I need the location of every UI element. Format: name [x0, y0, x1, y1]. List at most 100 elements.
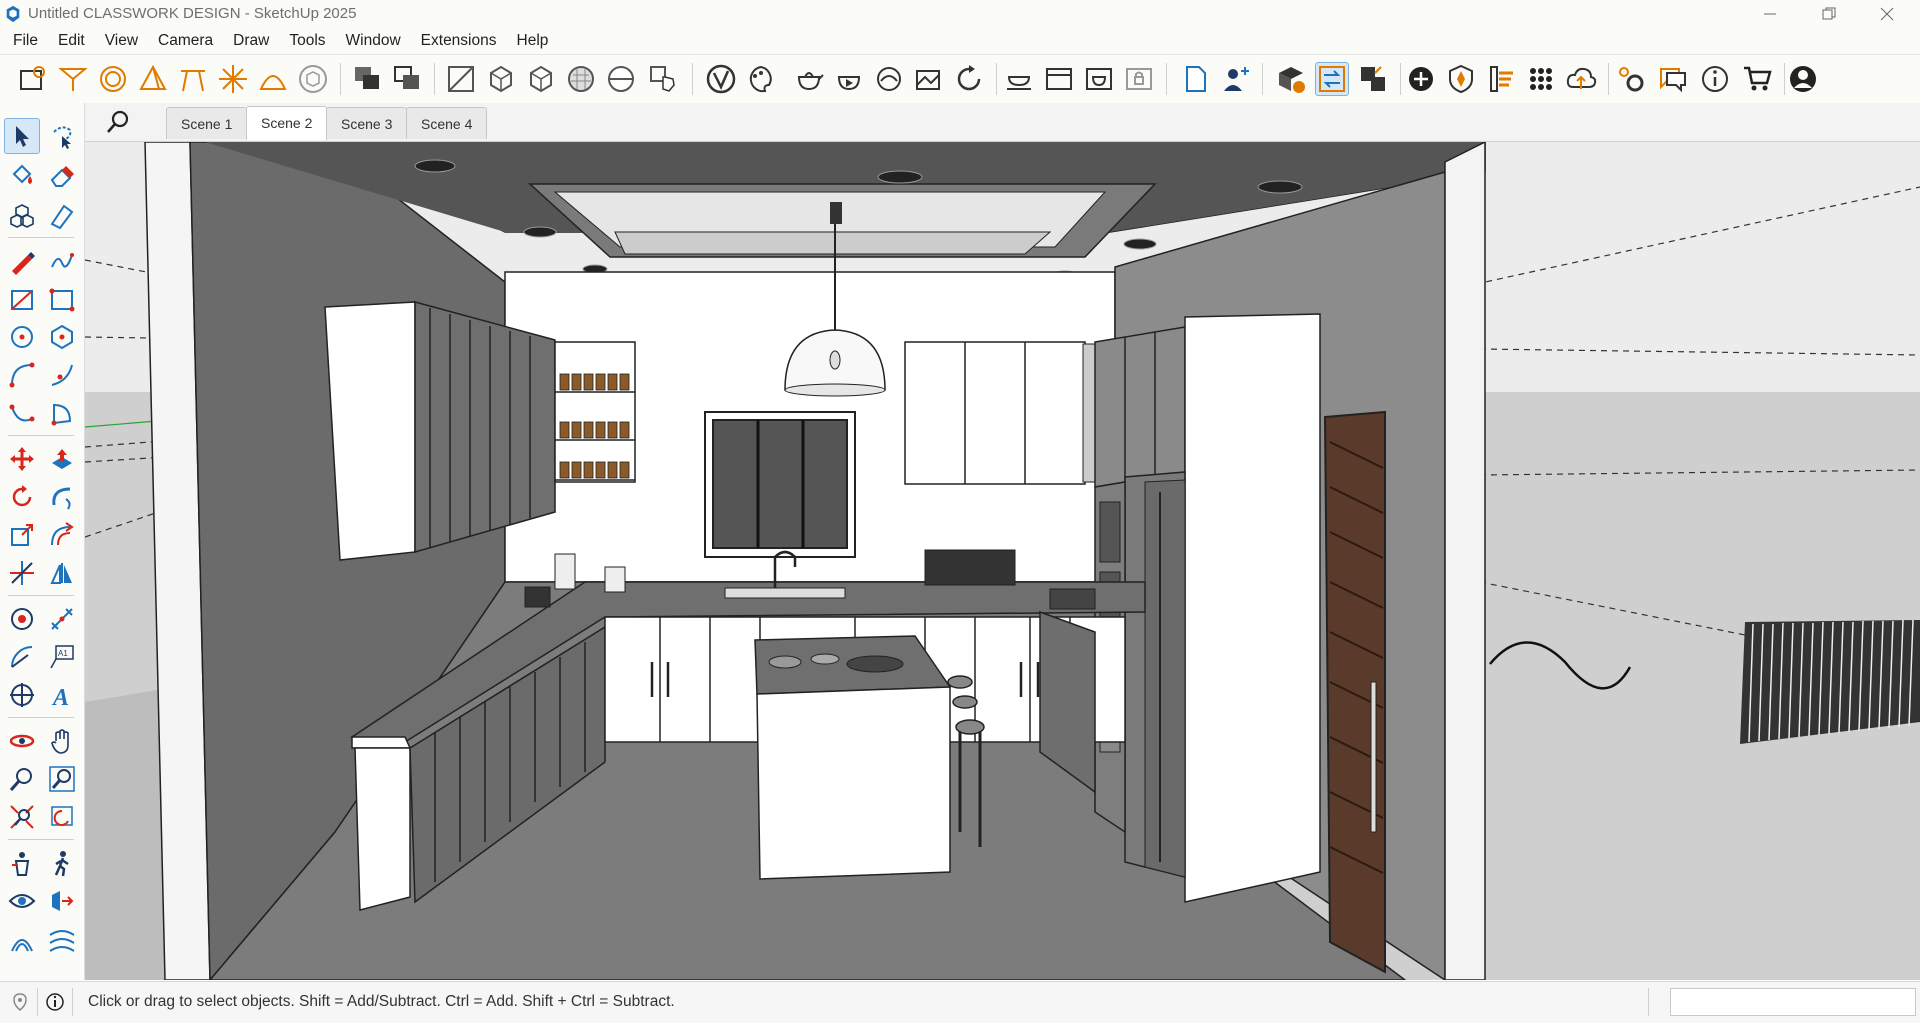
extension-gears-icon[interactable]	[1614, 62, 1648, 96]
material-palette-icon[interactable]	[744, 62, 778, 96]
layers-chart-icon[interactable]	[1484, 62, 1518, 96]
two-point-arc-icon[interactable]	[44, 357, 80, 393]
circle-target-icon[interactable]	[96, 62, 130, 96]
interactive-render-icon[interactable]	[832, 62, 866, 96]
protractor-icon[interactable]	[4, 639, 40, 675]
3d-text-icon[interactable]: A	[44, 677, 80, 713]
info-icon[interactable]	[1698, 62, 1732, 96]
dimension-icon[interactable]	[44, 601, 80, 637]
window-render-icon[interactable]	[1042, 62, 1076, 96]
restore-icon[interactable]	[1806, 0, 1852, 27]
tape-measure-icon[interactable]	[4, 601, 40, 637]
burst-icon[interactable]	[216, 62, 250, 96]
dome-icon[interactable]	[256, 62, 290, 96]
vray-logo-icon[interactable]	[704, 62, 738, 96]
menu-edit[interactable]: Edit	[51, 32, 92, 50]
refresh-render-icon[interactable]	[952, 62, 986, 96]
menu-camera[interactable]: Camera	[151, 32, 220, 50]
search-scenes-icon[interactable]	[105, 109, 131, 135]
rotated-rectangle-icon[interactable]	[44, 281, 80, 317]
offset-icon[interactable]	[44, 517, 80, 553]
check-model-icon[interactable]	[1274, 62, 1308, 96]
zoom-window-icon[interactable]	[44, 761, 80, 797]
text-label-icon[interactable]: A1	[44, 639, 80, 675]
instructor-info-icon[interactable]	[45, 992, 65, 1012]
zoom-icon[interactable]	[4, 761, 40, 797]
three-point-arc-icon[interactable]	[4, 395, 40, 431]
cone-icon[interactable]	[136, 62, 170, 96]
batch-render-icon[interactable]	[1082, 62, 1116, 96]
flip-icon[interactable]	[44, 555, 80, 591]
new-file-icon[interactable]	[1178, 62, 1212, 96]
dots-grid-icon[interactable]	[1524, 62, 1558, 96]
scene-tab-2[interactable]: Scene 2	[246, 106, 328, 140]
xray-cube-icon[interactable]	[484, 62, 518, 96]
sync-view-icon[interactable]	[1315, 62, 1349, 96]
subtract-solid-icon[interactable]	[390, 62, 424, 96]
menu-draw[interactable]: Draw	[226, 32, 276, 50]
select-arrow-icon[interactable]	[4, 118, 40, 154]
cloud-upload-icon[interactable]	[1564, 62, 1598, 96]
push-pull-icon[interactable]	[44, 441, 80, 477]
tag-icon[interactable]	[44, 198, 80, 234]
frame-buffer-icon[interactable]	[912, 62, 946, 96]
model-info-icon[interactable]	[16, 62, 50, 96]
orbit-icon[interactable]	[4, 723, 40, 759]
outer-shell-icon[interactable]	[350, 62, 384, 96]
scale-icon[interactable]	[4, 517, 40, 553]
hidden-line-cube-icon[interactable]	[524, 62, 558, 96]
render-teapot-icon[interactable]	[792, 62, 826, 96]
shield-icon[interactable]	[1444, 62, 1478, 96]
freehand-icon[interactable]	[44, 243, 80, 279]
circle-tool-icon[interactable]	[4, 319, 40, 355]
style-sketchy-icon[interactable]	[444, 62, 478, 96]
section-axis-icon[interactable]	[4, 677, 40, 713]
eraser-icon[interactable]	[44, 158, 80, 194]
minimize-icon[interactable]	[1747, 0, 1793, 27]
position-camera-icon[interactable]	[4, 845, 40, 881]
geo-location-icon[interactable]	[10, 992, 30, 1012]
cart-icon[interactable]	[1740, 62, 1774, 96]
menu-window[interactable]: Window	[339, 32, 408, 50]
zoom-extents-icon[interactable]	[4, 799, 40, 835]
component-icon[interactable]	[4, 198, 40, 234]
menu-file[interactable]: File	[6, 32, 45, 50]
component-cube-icon[interactable]	[296, 62, 330, 96]
scene-tab-4[interactable]: Scene 4	[406, 107, 488, 139]
paint-bucket-icon[interactable]	[4, 158, 40, 194]
walk-icon[interactable]	[44, 845, 80, 881]
render-region-icon[interactable]	[1002, 62, 1036, 96]
section-plane-tool-icon[interactable]	[44, 883, 80, 919]
progressive-render-icon[interactable]	[872, 62, 906, 96]
close-icon[interactable]	[1864, 0, 1910, 27]
axes-icon[interactable]	[4, 555, 40, 591]
pie-icon[interactable]	[44, 395, 80, 431]
textured-sphere-icon[interactable]	[564, 62, 598, 96]
follow-me-icon[interactable]	[44, 479, 80, 515]
lock-render-icon[interactable]	[1122, 62, 1156, 96]
scene-tab-3[interactable]: Scene 3	[326, 107, 408, 139]
select-hand-icon[interactable]	[646, 62, 680, 96]
model-viewport[interactable]	[85, 142, 1920, 980]
account-avatar-icon[interactable]	[1786, 62, 1820, 96]
previous-view-icon[interactable]	[44, 799, 80, 835]
export-scene-icon[interactable]	[1356, 62, 1390, 96]
parallel-icon[interactable]	[176, 62, 210, 96]
menu-help[interactable]: Help	[510, 32, 556, 50]
add-circle-icon[interactable]	[1404, 62, 1438, 96]
advanced-camera-icon[interactable]	[4, 921, 40, 957]
sandbox-icon[interactable]	[44, 921, 80, 957]
add-user-icon[interactable]	[1218, 62, 1252, 96]
menu-view[interactable]: View	[98, 32, 145, 50]
comments-icon[interactable]	[1656, 62, 1690, 96]
rectangle-icon[interactable]	[4, 281, 40, 317]
measurements-input[interactable]	[1670, 988, 1916, 1016]
look-around-icon[interactable]	[4, 883, 40, 919]
section-plane-icon[interactable]	[56, 62, 90, 96]
pan-hand-icon[interactable]	[44, 723, 80, 759]
monochrome-sphere-icon[interactable]	[604, 62, 638, 96]
polygon-icon[interactable]	[44, 319, 80, 355]
pencil-line-icon[interactable]	[4, 243, 40, 279]
lasso-select-icon[interactable]	[44, 118, 80, 154]
rotate-icon[interactable]	[4, 479, 40, 515]
